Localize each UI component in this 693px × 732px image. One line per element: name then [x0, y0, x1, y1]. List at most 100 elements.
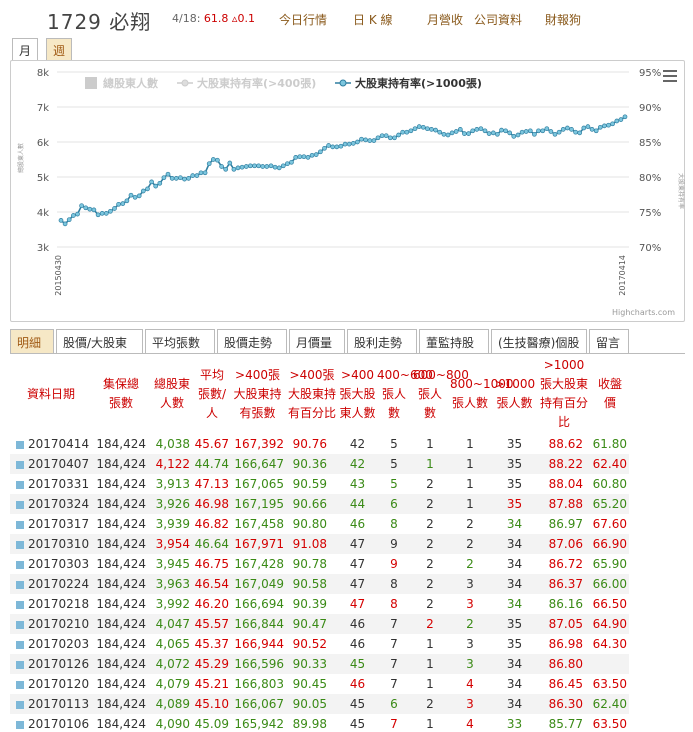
series-point[interactable] [490, 130, 496, 136]
tab-weekly[interactable]: 週 [46, 38, 73, 60]
series-point[interactable] [108, 208, 113, 214]
series-point[interactable] [355, 139, 360, 145]
tab-avg-lots[interactable]: 平均張數 [145, 329, 215, 353]
tab-price-holders[interactable]: 股價/大股東 [56, 329, 143, 353]
series-point[interactable] [178, 175, 183, 181]
series-point[interactable] [219, 164, 224, 169]
series-point[interactable] [511, 134, 517, 139]
series-point[interactable] [420, 124, 426, 130]
series-point[interactable] [79, 203, 84, 209]
series-point[interactable] [280, 163, 286, 169]
legend-1000-holders[interactable]: 大股東持有率(>1000張) [355, 76, 482, 90]
series-point[interactable] [371, 138, 377, 143]
series-point[interactable] [182, 176, 187, 182]
series-point[interactable] [503, 128, 508, 134]
series-point[interactable] [412, 126, 418, 132]
series-point[interactable] [425, 126, 430, 132]
tab-monthly-volume[interactable]: 月價量 [289, 329, 345, 353]
series-point[interactable] [165, 171, 171, 177]
series-point[interactable] [622, 114, 628, 120]
series-point[interactable] [169, 176, 175, 181]
series-point[interactable] [367, 138, 373, 143]
series-point[interactable] [441, 131, 447, 137]
series-point[interactable] [103, 211, 109, 216]
series-point[interactable] [268, 163, 274, 169]
series-point[interactable] [198, 170, 204, 176]
series-point[interactable] [527, 128, 533, 134]
tab-comments[interactable]: 留言 [589, 329, 629, 353]
series-point[interactable] [330, 144, 336, 150]
series-point[interactable] [62, 221, 68, 227]
series-point[interactable] [593, 128, 599, 134]
series-point[interactable] [392, 135, 397, 141]
series-point[interactable] [602, 123, 607, 129]
series-point[interactable] [149, 179, 154, 185]
series-point[interactable] [565, 125, 570, 131]
series-point[interactable] [359, 136, 364, 142]
series-point[interactable] [87, 206, 93, 212]
series-point[interactable] [569, 127, 574, 132]
series-point[interactable] [536, 128, 541, 134]
series-point[interactable] [227, 160, 233, 166]
series-point[interactable] [552, 131, 558, 137]
series-point[interactable] [478, 126, 484, 132]
series-point[interactable] [248, 163, 253, 169]
series-point[interactable] [445, 132, 451, 138]
series-point[interactable] [585, 124, 591, 129]
series-point[interactable] [132, 194, 138, 200]
chart-menu-icon[interactable] [663, 70, 677, 82]
series-point[interactable] [136, 193, 142, 199]
tab-price-trend[interactable]: 股價走勢 [217, 329, 287, 353]
series-point[interactable] [301, 154, 307, 160]
series-point[interactable] [515, 132, 521, 138]
series-point[interactable] [66, 217, 72, 223]
series-point[interactable] [589, 127, 595, 132]
series-point[interactable] [190, 173, 196, 178]
series-point[interactable] [285, 161, 290, 167]
series-point[interactable] [239, 164, 245, 170]
series-point[interactable] [206, 161, 212, 167]
series-point[interactable] [519, 129, 525, 135]
tab-dividend-trend[interactable]: 股利走勢 [347, 329, 417, 353]
series-point[interactable] [128, 192, 134, 198]
series-point[interactable] [457, 127, 463, 132]
series-point[interactable] [99, 211, 105, 216]
series-point[interactable] [577, 130, 583, 136]
series-point[interactable] [235, 165, 241, 171]
nav-today-quote[interactable]: 今日行情 [279, 11, 327, 28]
series-point[interactable] [453, 129, 459, 134]
series-point[interactable] [610, 121, 615, 127]
series-point[interactable] [523, 129, 529, 134]
series-point[interactable] [326, 143, 331, 148]
series-point[interactable] [404, 129, 410, 135]
series-point[interactable] [256, 163, 261, 169]
series-point[interactable] [318, 149, 323, 155]
series-point[interactable] [116, 201, 121, 207]
series-point[interactable] [71, 213, 76, 218]
series-point[interactable] [540, 128, 546, 134]
legend-total-holders[interactable]: 總股東人數 [103, 76, 158, 90]
series-point[interactable] [309, 152, 315, 158]
nav-financial-dog[interactable]: 財報狗 [545, 11, 581, 28]
series-point[interactable] [499, 127, 504, 133]
series-point[interactable] [145, 186, 150, 192]
series-point[interactable] [581, 125, 587, 131]
series-point[interactable] [95, 212, 101, 218]
series-point[interactable] [387, 135, 393, 141]
series-point[interactable] [194, 173, 200, 178]
series-point[interactable] [507, 130, 513, 136]
series-point[interactable] [305, 155, 311, 160]
series-point[interactable] [91, 207, 97, 213]
series-point[interactable] [272, 164, 278, 170]
series-point[interactable] [437, 129, 443, 135]
series-point[interactable] [462, 131, 467, 136]
series-point[interactable] [408, 128, 414, 134]
legend-400-holders[interactable]: 大股東持有率(>400張) [197, 76, 316, 90]
series-point[interactable] [614, 118, 620, 124]
series-point[interactable] [548, 129, 554, 134]
series-point[interactable] [186, 176, 191, 181]
series-point[interactable] [120, 201, 126, 206]
series-point[interactable] [449, 130, 455, 136]
series-point[interactable] [293, 155, 299, 160]
series-point[interactable] [313, 152, 319, 157]
